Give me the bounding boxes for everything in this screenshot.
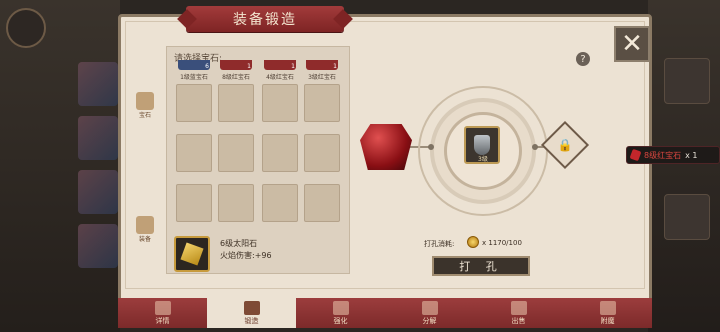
gem-item[interactable]: 1 8级红宝石 (218, 60, 254, 81)
gem-slot[interactable] (262, 184, 298, 222)
lock-icon: 🔒 (557, 138, 573, 152)
gem-slot[interactable] (304, 134, 340, 172)
anvil-icon (243, 301, 260, 315)
red-gem-icon: 1 (264, 60, 296, 70)
gem-slot[interactable] (262, 84, 298, 122)
coin-icon (467, 236, 479, 248)
red-gem-icon: 1 (306, 60, 338, 70)
bottom-tab-bar: 详情 锻造 强化 分解 出售 附魔 (118, 298, 652, 328)
background-left (0, 0, 120, 332)
gem-slot[interactable] (304, 184, 340, 222)
reward-tag: 8级红宝石 x 1 (626, 146, 720, 164)
equipment-tab-icon (136, 216, 154, 234)
cost-label: 打孔消耗: (424, 240, 455, 248)
tab-enchant[interactable]: 附魔 (563, 298, 652, 328)
gem-tab-icon (136, 92, 154, 110)
gem-slot[interactable] (218, 184, 254, 222)
side-tab-gem[interactable]: 宝石 (134, 92, 156, 119)
background-right (648, 0, 720, 332)
equipment-level: 3级 (478, 156, 488, 163)
gem-slot[interactable] (218, 84, 254, 122)
gem-slot[interactable] (218, 134, 254, 172)
sell-icon (510, 301, 527, 315)
ruby-gem-shape (360, 124, 412, 170)
background-item (664, 58, 710, 104)
side-tab-label: 宝石 (138, 112, 151, 119)
gem-name: 1级蓝宝石 (180, 74, 208, 81)
ruby-gem-icon (360, 124, 412, 170)
gem-slot[interactable] (176, 134, 212, 172)
help-icon[interactable]: ? (576, 52, 590, 66)
gem-slot[interactable] (176, 84, 212, 122)
side-tab-equipment[interactable]: 装备 (134, 216, 156, 243)
ring-node (428, 144, 434, 150)
gem-name: 4级红宝石 (266, 74, 294, 81)
side-tab-label: 装备 (138, 236, 151, 243)
background-hero-card (78, 116, 118, 160)
background-hero-card (78, 62, 118, 106)
gem-name: 3级红宝石 (308, 74, 336, 81)
decompose-icon (421, 301, 438, 315)
gem-slot[interactable] (304, 84, 340, 122)
blue-gem-icon: 6 (178, 60, 210, 70)
sun-stone-icon (180, 242, 204, 266)
reward-name: 8级红宝石 (644, 150, 682, 160)
close-button[interactable]: ✕ (614, 26, 650, 62)
tab-enhance[interactable]: 强化 (296, 298, 385, 328)
reward-count: x 1 (685, 150, 698, 160)
selected-gem-name: 6级太阳石 (220, 239, 258, 248)
red-gem-icon: 1 (220, 60, 252, 70)
selected-gem-effect: 火焰伤害:+96 (220, 251, 272, 260)
tab-forge[interactable]: 锻造 (207, 298, 296, 328)
background-portrait-icon (6, 8, 46, 48)
gem-slot[interactable] (176, 184, 212, 222)
gem-item[interactable]: 6 1级蓝宝石 (176, 60, 212, 81)
gem-item[interactable]: 1 3级红宝石 (304, 60, 340, 81)
boot-icon (474, 135, 490, 155)
ring-node (532, 144, 538, 150)
background-hero-card (78, 224, 118, 268)
tab-details[interactable]: 详情 (118, 298, 207, 328)
enchant-icon (599, 301, 616, 315)
cost-value: x 1170/100 (482, 239, 522, 247)
background-hero-card (78, 170, 118, 214)
selected-gem-slot[interactable] (174, 236, 210, 272)
red-gem-icon (629, 148, 642, 162)
gem-name: 8级红宝石 (222, 74, 250, 81)
tab-sell[interactable]: 出售 (474, 298, 563, 328)
gem-slot[interactable] (262, 134, 298, 172)
panel-title: 装备锻造 (186, 6, 344, 32)
enhance-icon (332, 301, 349, 315)
gem-item[interactable]: 1 4级红宝石 (262, 60, 298, 81)
background-item (664, 194, 710, 240)
hammer-icon (154, 301, 171, 315)
punch-hole-button[interactable]: 打 孔 (432, 256, 530, 276)
tab-decompose[interactable]: 分解 (385, 298, 474, 328)
